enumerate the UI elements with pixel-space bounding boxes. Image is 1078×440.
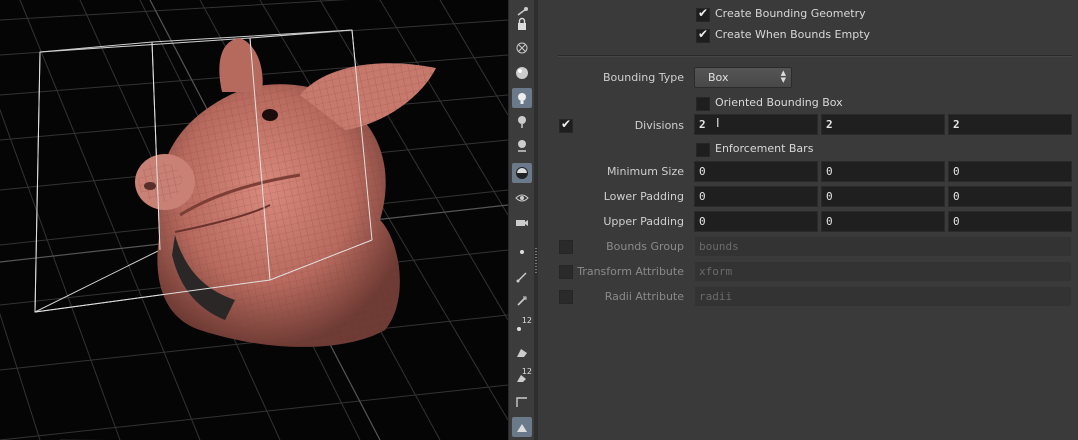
create-when-bounds-empty-checkbox[interactable]: ✔ [696,27,710,43]
light-icon-glyph [518,93,526,104]
divisions-y-field[interactable]: 2 [821,114,945,135]
texture-icon-glyph [516,167,528,179]
grid-icon[interactable] [512,392,532,412]
bounding-type-row: Bounding Type Box ▲ ▼ [538,67,1078,89]
oriented-bounding-box-label: Oriented Bounding Box [715,96,843,109]
background-icon[interactable] [512,417,532,437]
divisions-label: Divisions [634,119,684,132]
eye-icon-glyph [515,194,529,202]
snap-off-icon-glyph [516,42,528,54]
prim-icon-glyph [517,349,527,357]
camera-icon-glyph [516,220,528,226]
upper-padding-row: Upper Padding 0 0 0 [538,211,1078,233]
upper-padding-label: Upper Padding [603,215,684,228]
divisions-label-box: Divisions [538,114,684,136]
lock-icon[interactable] [512,14,532,34]
lower-padding-z-field[interactable]: 0 [948,186,1072,207]
upper-padding-label-box: Upper Padding [538,211,684,233]
light-link-icon[interactable] [512,136,532,156]
grid-icon-glyph [516,397,527,407]
shaded-sphere-icon[interactable] [512,63,532,83]
enforcement-bars-checkbox[interactable] [696,143,710,157]
create-bounding-geometry-checkbox[interactable]: ✔ [696,6,710,22]
create-bounding-geometry-label: Create Bounding Geometry [715,7,866,20]
bounds-group-field[interactable]: bounds [694,236,1072,257]
text-cursor-icon: I [716,116,720,130]
lower-padding-y-field[interactable]: 0 [821,186,945,207]
radii-attribute-row: Radii Attribute radii [538,286,1078,308]
lower-padding-row: Lower Padding 0 0 0 [538,186,1078,208]
minimum-size-x-field[interactable]: 0 [694,161,818,182]
light-pin-icon-glyph [518,116,526,128]
create-when-bounds-empty-label: Create When Bounds Empty [715,28,871,41]
background-icon-glyph [517,424,527,432]
light-pin-icon[interactable] [512,112,532,132]
transform-attribute-field[interactable]: xform [694,261,1072,282]
snap-off-icon[interactable] [512,38,532,58]
lower-padding-label: Lower Padding [603,190,684,203]
prim-icon[interactable] [512,342,532,362]
lower-padding-label-box: Lower Padding [538,186,684,208]
divisions-row: ✔ Divisions 2 2 2 I [538,114,1078,136]
point-icon[interactable] [512,242,532,262]
checkmark-icon: ✔ [698,6,709,20]
bounding-type-label: Bounding Type [603,71,684,84]
normal-icon-glyph [516,272,527,283]
point-icon-glyph [520,250,524,254]
bounding-type-dropdown[interactable]: Box ▲ ▼ [694,67,792,88]
lock-icon-glyph [518,17,526,30]
transform-attribute-row: Transform Attribute xform [538,261,1078,283]
radii-attribute-field[interactable]: radii [694,286,1072,307]
vector-icon[interactable] [512,291,532,311]
minimum-size-label: Minimum Size [606,165,684,178]
bounds-group-label-box: Bounds Group [538,236,684,258]
transform-attribute-label: Transform Attribute [577,265,684,278]
light-link-icon-glyph [518,140,526,152]
eye-icon[interactable] [512,188,532,208]
minimum-size-y-field[interactable]: 0 [821,161,945,182]
divisions-z-field[interactable]: 2 [948,114,1072,135]
viewport-toolbar: 12 12 [508,0,535,440]
vector-icon-glyph [517,296,527,306]
section-divider [558,55,1072,57]
point-number-badge: 12 [521,316,532,325]
point-number-icon[interactable]: 12 [512,316,532,336]
bounds-group-label: Bounds Group [606,240,684,253]
viewport-scene [0,0,508,440]
viewport-3d[interactable] [0,0,508,440]
texture-icon[interactable] [512,163,532,183]
radii-attribute-label-box: Radii Attribute [538,286,684,308]
lower-padding-x-field[interactable]: 0 [694,186,818,207]
upper-padding-x-field[interactable]: 0 [694,211,818,232]
minimum-size-z-field[interactable]: 0 [948,161,1072,182]
prim-number-icon[interactable]: 12 [512,367,532,387]
radii-attribute-label: Radii Attribute [604,290,684,303]
prim-number-badge: 12 [521,367,532,376]
parameter-panel: ✔ Create Bounding Geometry ✔ Create When… [538,0,1078,440]
transform-attribute-label-box: Transform Attribute [538,261,684,283]
normal-icon[interactable] [512,267,532,287]
minimum-size-label-box: Minimum Size [538,161,684,183]
minimum-size-row: Minimum Size 0 0 0 [538,161,1078,183]
bounds-group-row: Bounds Group bounds [538,236,1078,258]
checkmark-icon: ✔ [698,27,709,41]
bounding-type-label-box: Bounding Type [538,67,684,89]
oriented-bounding-box-checkbox[interactable] [696,97,710,111]
upper-padding-y-field[interactable]: 0 [821,211,945,232]
light-icon[interactable] [512,88,532,108]
divisions-x-field[interactable]: 2 [694,114,818,135]
dropdown-arrows-icon: ▲ ▼ [780,69,786,84]
create-when-bounds-empty-row: ✔ Create When Bounds Empty [538,27,1078,50]
create-bounding-geometry-row: ✔ Create Bounding Geometry [538,6,1078,29]
shaded-sphere-icon-glyph [516,67,528,79]
upper-padding-z-field[interactable]: 0 [948,211,1072,232]
bounding-type-value: Box [708,71,729,84]
enforcement-bars-label: Enforcement Bars [715,142,814,155]
camera-icon[interactable] [512,212,532,232]
